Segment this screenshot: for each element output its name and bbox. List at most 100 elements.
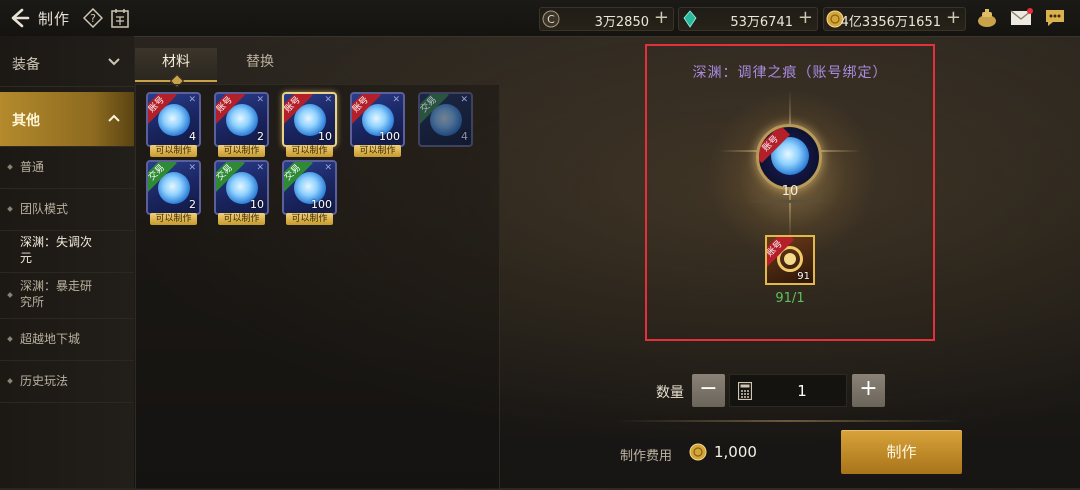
result-item[interactable]: 账号 — [756, 124, 822, 190]
grid-item[interactable]: 交易 ✕ 2 — [146, 160, 201, 215]
sidebar-item-abyss-lab[interactable]: 深渊：暴走研究所 — [0, 272, 134, 319]
cost-label: 制作费用 — [620, 449, 673, 464]
divider — [745, 200, 835, 203]
craftable-tag: 可以制作 — [150, 145, 197, 157]
sidebar-item-abyss-rift[interactable]: 深渊：失调次元 — [0, 230, 134, 273]
craftable-tag: 可以制作 — [218, 213, 265, 225]
svg-text:?: ? — [90, 12, 96, 25]
material-grid: 账号 ✕ 4 可以制作 账号 ✕ 2 可以制作 账号 ✕ 10 可以制作 账号 … — [135, 84, 500, 490]
tab-label: 材料 — [162, 54, 190, 70]
item-qty: 2 — [257, 130, 264, 143]
category-equipment[interactable]: 装备 — [0, 40, 134, 87]
sparkle-icon: ✕ — [188, 163, 196, 173]
back-arrow-icon[interactable] — [8, 7, 30, 29]
sparkle-icon: ✕ — [324, 95, 332, 105]
category-label: 其他 — [12, 113, 40, 129]
sidebar-item-label: 超越地下城 — [20, 332, 81, 346]
cost-value: 1,000 — [714, 443, 757, 461]
sparkle-icon: ✕ — [256, 95, 264, 105]
item-qty: 10 — [250, 198, 264, 211]
item-qty: 2 — [189, 198, 196, 211]
svg-text:C: C — [547, 13, 555, 26]
currency-c-coin: C 3万2850 + — [539, 7, 674, 31]
sidebar-item-label: 团队模式 — [20, 202, 69, 216]
item-qty: 4 — [461, 130, 468, 143]
material-qty: 91 — [797, 271, 810, 282]
sparkle-icon: ✕ — [256, 163, 264, 173]
required-material[interactable]: 账号 91 — [765, 235, 815, 285]
item-qty: 4 — [189, 130, 196, 143]
calendar-icon[interactable] — [111, 8, 129, 28]
tab-label: 替换 — [246, 54, 274, 70]
sidebar: 装备 其他 普通 团队模式 深渊：失调次元 深渊：暴走研究所 超越地下城 历史玩… — [0, 36, 134, 488]
tab-materials[interactable]: 材料 — [135, 48, 217, 89]
sidebar-item-beyond-dungeon[interactable]: 超越地下城 — [0, 318, 134, 361]
pot-icon[interactable] — [975, 6, 999, 30]
increase-button[interactable]: + — [852, 374, 885, 407]
sidebar-item-label: 历史玩法 — [20, 374, 69, 388]
sidebar-item-normal[interactable]: 普通 — [0, 146, 134, 189]
bullet-icon — [7, 206, 13, 212]
result-qty: 10 — [781, 184, 799, 199]
item-detail-panel: 深渊：调律之痕（账号绑定） 账号 10 账号 91 91/1 — [645, 44, 935, 341]
mail-icon[interactable] — [1009, 6, 1033, 30]
help-icon[interactable]: ? — [83, 8, 103, 28]
craft-button[interactable]: 制作 — [841, 430, 962, 474]
tab-replace[interactable]: 替换 — [219, 48, 301, 80]
gold-coin-icon — [689, 443, 707, 461]
grid-item[interactable]: 交易 ✕ 100 — [282, 160, 337, 215]
sidebar-item-label: 深渊：失调次元 — [20, 235, 93, 265]
divider — [614, 420, 964, 422]
sidebar-item-label: 普通 — [20, 160, 45, 174]
item-qty: 10 — [318, 130, 332, 143]
item-qty: 100 — [379, 130, 400, 143]
craftable-tag: 可以制作 — [150, 213, 197, 225]
crystal-icon — [683, 10, 697, 28]
grid-item[interactable]: 交易 ✕ 10 — [214, 160, 269, 215]
craftable-tag: 可以制作 — [286, 145, 333, 157]
sidebar-item-label: 深渊：暴走研究所 — [20, 279, 93, 309]
sparkle-icon: ✕ — [392, 95, 400, 105]
grid-item[interactable]: 账号 ✕ 100 — [350, 92, 405, 147]
add-currency-button[interactable]: + — [946, 8, 961, 28]
grid-item-selected[interactable]: 账号 ✕ 10 — [282, 92, 337, 147]
add-currency-button[interactable]: + — [798, 8, 813, 28]
sparkle-icon: ✕ — [460, 95, 468, 105]
currency-crystal: 53万6741 + — [678, 7, 818, 31]
grid-item[interactable]: 账号 ✕ 4 — [146, 92, 201, 147]
quantity-field[interactable]: 1 — [729, 374, 847, 407]
sidebar-item-history[interactable]: 历史玩法 — [0, 360, 134, 403]
currency-gold: 4亿3356万1651 + — [823, 7, 966, 31]
sparkle-icon: ✕ — [324, 163, 332, 173]
category-other[interactable]: 其他 — [0, 92, 134, 147]
sparkle-icon: ✕ — [188, 95, 196, 105]
chat-icon[interactable] — [1043, 6, 1067, 30]
craftable-tag: 可以制作 — [218, 145, 265, 157]
craftable-tag: 可以制作 — [286, 213, 333, 225]
bullet-icon — [7, 378, 13, 384]
add-currency-button[interactable]: + — [654, 8, 669, 28]
grid-item[interactable]: 账号 ✕ 2 — [214, 92, 269, 147]
craftable-tag: 可以制作 — [354, 145, 401, 157]
bullet-icon — [7, 292, 13, 298]
chevron-down-icon — [108, 58, 120, 66]
item-name: 深渊：调律之痕（账号绑定） — [692, 65, 888, 81]
top-bar: 制作 ? C 3万2850 + 53万6741 + 4亿3356万1651 + — [0, 0, 1080, 37]
sidebar-item-team-mode[interactable]: 团队模式 — [0, 188, 134, 231]
currency-value: 4亿3356万1651 — [840, 15, 941, 30]
c-coin-icon: C — [542, 10, 560, 28]
category-label: 装备 — [12, 57, 40, 73]
bullet-icon — [7, 164, 13, 170]
currency-value: 53万6741 — [730, 15, 793, 30]
tab-bar: 材料 替换 — [135, 48, 498, 89]
material-count: 91/1 — [775, 291, 805, 306]
page-title: 制作 — [38, 10, 71, 28]
quantity-label: 数量 — [656, 385, 684, 401]
chevron-up-icon — [108, 114, 120, 122]
currency-value: 3万2850 — [594, 15, 649, 30]
grid-item-unavailable[interactable]: 交易 ✕ 4 — [418, 92, 473, 147]
bullet-icon — [7, 336, 13, 342]
item-qty: 100 — [311, 198, 332, 211]
decrease-button[interactable]: − — [692, 374, 725, 407]
ring-core — [784, 253, 796, 265]
